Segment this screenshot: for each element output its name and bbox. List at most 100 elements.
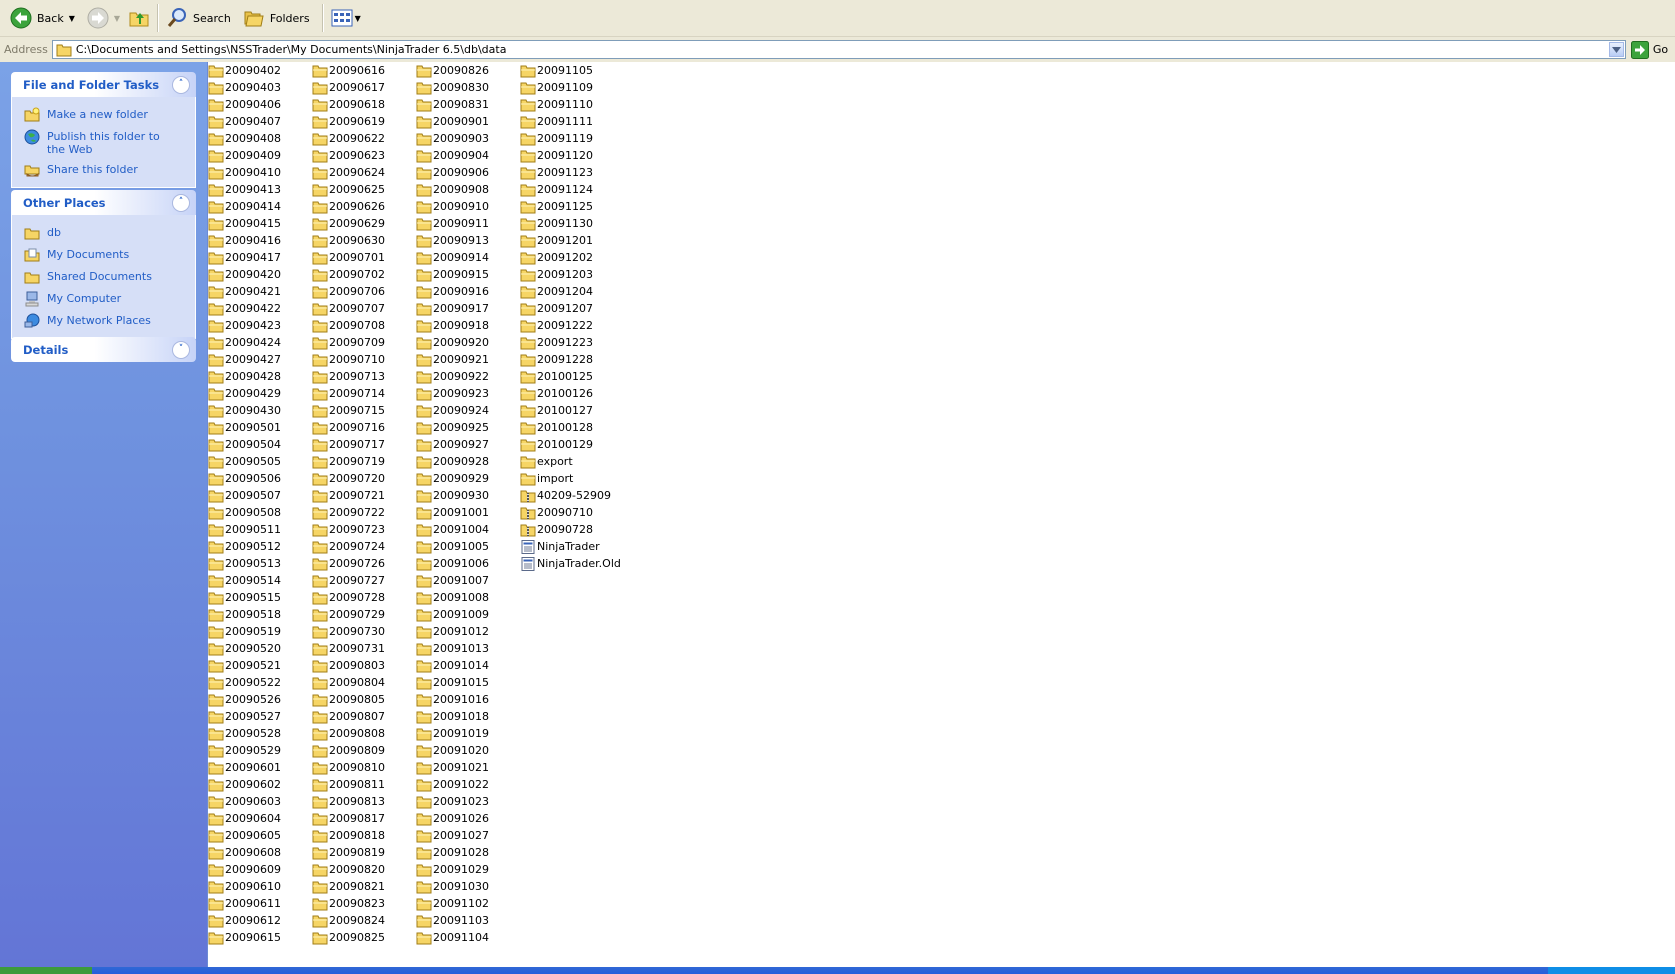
file-item[interactable]: 20091028 [416,844,520,861]
file-item[interactable]: 20091018 [416,708,520,725]
file-item[interactable]: 20090522 [208,674,312,691]
details-header[interactable]: Details ˅ [11,337,196,362]
file-item[interactable]: 20090910 [416,198,520,215]
file-item[interactable]: 20090408 [208,130,312,147]
file-item[interactable]: 20090924 [416,402,520,419]
file-item[interactable]: 20091228 [520,351,624,368]
file-item[interactable]: 20090730 [312,623,416,640]
file-item[interactable]: 20090817 [312,810,416,827]
file-item[interactable]: 20090913 [416,232,520,249]
file-item[interactable]: 20090403 [208,79,312,96]
file-item[interactable]: 20091104 [416,929,520,946]
file-item[interactable]: 20090629 [312,215,416,232]
file-item[interactable]: 20090805 [312,691,416,708]
make-new-folder-link[interactable]: Make a new folder [24,104,195,126]
file-item[interactable]: 20090918 [416,317,520,334]
file-item[interactable]: 40209-52909 [520,487,624,504]
place-db-link[interactable]: db [24,222,195,244]
place-network-places-link[interactable]: My Network Places [24,310,195,332]
file-item[interactable]: 20090518 [208,606,312,623]
file-item[interactable]: 20091119 [520,130,624,147]
file-item[interactable]: 20090820 [312,861,416,878]
file-item[interactable]: 20090916 [416,283,520,300]
file-item[interactable]: 20090701 [312,249,416,266]
file-item[interactable]: 20091109 [520,79,624,96]
file-item[interactable]: 20090618 [312,96,416,113]
file-item[interactable]: 20090429 [208,385,312,402]
file-item[interactable]: 20090710 [312,351,416,368]
file-item[interactable]: 20090622 [312,130,416,147]
file-item[interactable]: 20091130 [520,215,624,232]
file-item[interactable]: 20090710 [520,504,624,521]
folders-button[interactable]: Folders [239,3,314,33]
file-item[interactable]: 20090702 [312,266,416,283]
file-item[interactable]: 20090415 [208,215,312,232]
file-item[interactable]: 20090610 [208,878,312,895]
other-places-header[interactable]: Other Places ˄ [11,190,196,215]
file-item[interactable]: 20090722 [312,504,416,521]
file-item[interactable]: 20090813 [312,793,416,810]
file-folder-tasks-header[interactable]: File and Folder Tasks ˄ [11,72,196,97]
file-item[interactable]: 20091105 [520,62,624,79]
forward-history-dropdown-icon[interactable]: ▼ [114,14,120,23]
file-item[interactable]: 20090727 [312,572,416,589]
file-item[interactable]: 20090527 [208,708,312,725]
file-item[interactable]: 20091120 [520,147,624,164]
views-dropdown-icon[interactable]: ▼ [355,14,361,23]
file-item[interactable]: 20090623 [312,147,416,164]
file-item[interactable]: 20091014 [416,657,520,674]
file-item[interactable]: 20091204 [520,283,624,300]
file-item[interactable]: 20090723 [312,521,416,538]
file-item[interactable]: 20090529 [208,742,312,759]
file-item[interactable]: 20090601 [208,759,312,776]
file-item[interactable]: 20091222 [520,317,624,334]
place-my-computer-link[interactable]: My Computer [24,288,195,310]
file-item[interactable]: 20090616 [312,62,416,79]
file-item[interactable]: 20090818 [312,827,416,844]
address-input[interactable]: C:\Documents and Settings\NSSTrader\My D… [51,40,1626,59]
file-item[interactable]: 20090720 [312,470,416,487]
file-item[interactable]: 20090929 [416,470,520,487]
file-item[interactable]: 20090708 [312,317,416,334]
file-item[interactable]: 20090709 [312,334,416,351]
file-item[interactable]: 20090630 [312,232,416,249]
forward-button[interactable]: ▼ [83,3,124,33]
file-item[interactable]: 20090603 [208,793,312,810]
file-item[interactable]: 20091207 [520,300,624,317]
publish-web-link[interactable]: Publish this folder to the Web [24,126,195,159]
file-item[interactable]: 20090506 [208,470,312,487]
file-item[interactable]: 20090925 [416,419,520,436]
file-item[interactable]: 20090901 [416,113,520,130]
search-button[interactable]: Search [162,3,235,33]
file-item[interactable]: 20090428 [208,368,312,385]
file-item[interactable]: 20090908 [416,181,520,198]
file-item[interactable]: 20090819 [312,844,416,861]
file-item[interactable]: 20090515 [208,589,312,606]
file-item[interactable]: 20090410 [208,164,312,181]
file-item[interactable]: 20090521 [208,657,312,674]
file-item[interactable]: 20090611 [208,895,312,912]
file-item[interactable]: 20090729 [312,606,416,623]
file-list-view[interactable]: 20090402 20090403 20090406 20090407 20090408… [207,62,1675,967]
file-item[interactable]: 20090728 [520,521,624,538]
file-item[interactable]: 20090726 [312,555,416,572]
collapse-chevron-icon[interactable]: ˄ [172,75,190,94]
file-item[interactable]: 20090917 [416,300,520,317]
file-item[interactable]: 20090605 [208,827,312,844]
file-item[interactable]: 20091125 [520,198,624,215]
file-item[interactable]: 20090406 [208,96,312,113]
file-item[interactable]: export [520,453,624,470]
file-item[interactable]: 20090717 [312,436,416,453]
file-item[interactable]: 20090911 [416,215,520,232]
file-item[interactable]: 20090608 [208,844,312,861]
up-folder-button[interactable] [124,3,154,33]
file-item[interactable]: import [520,470,624,487]
file-item[interactable]: 20090512 [208,538,312,555]
file-item[interactable]: 20091019 [416,725,520,742]
file-item[interactable]: 20090612 [208,912,312,929]
file-item[interactable]: 20090713 [312,368,416,385]
file-item[interactable]: NinjaTrader [520,538,624,555]
file-item[interactable]: 20090617 [312,79,416,96]
file-item[interactable]: 20091009 [416,606,520,623]
file-item[interactable]: 20091008 [416,589,520,606]
